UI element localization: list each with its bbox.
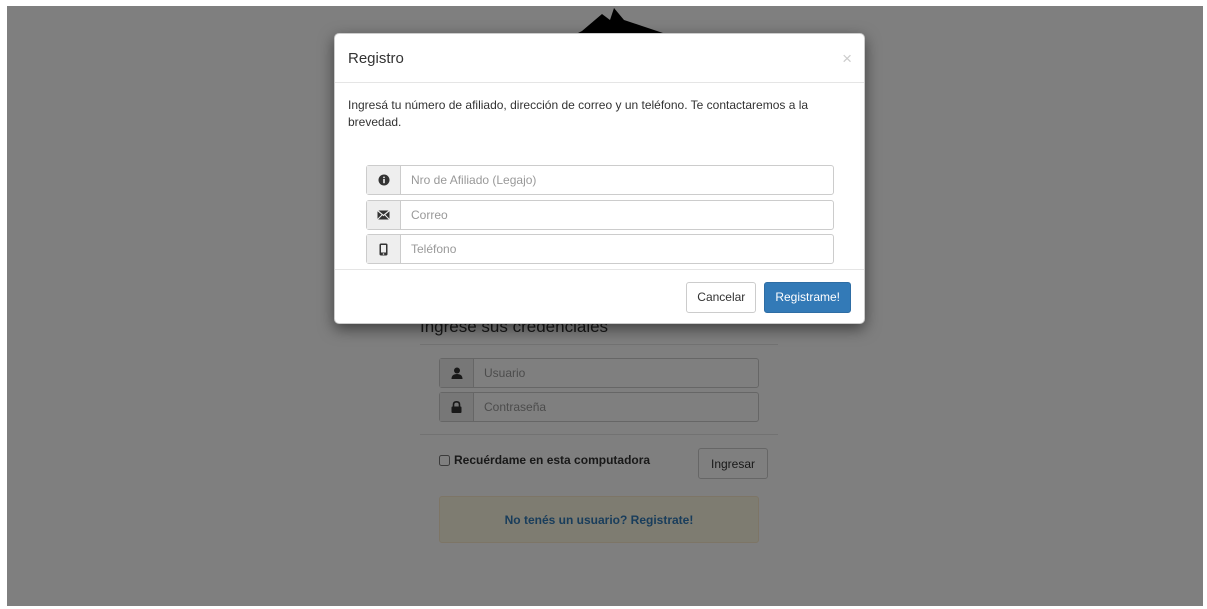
member-number-input[interactable]	[401, 166, 833, 194]
modal-description: Ingresá tu número de afiliado, dirección…	[348, 98, 809, 129]
modal-header: Registro ×	[335, 34, 864, 83]
close-button[interactable]: ×	[842, 50, 852, 67]
phone-group	[366, 234, 834, 264]
page: Ingrese sus credenciales Recuérdame en e…	[7, 6, 1203, 606]
modal-body: Ingresá tu número de afiliado, dirección…	[335, 83, 864, 269]
phone-icon	[367, 235, 401, 263]
modal-footer: Cancelar Registrame!	[335, 269, 864, 324]
info-icon	[367, 166, 401, 194]
phone-input[interactable]	[401, 235, 833, 263]
register-button[interactable]: Registrame!	[764, 281, 851, 313]
email-input[interactable]	[401, 201, 833, 229]
register-modal: Registro × Ingresá tu número de afiliado…	[334, 33, 865, 324]
member-number-group	[366, 165, 834, 195]
email-group	[366, 200, 834, 230]
envelope-icon	[367, 201, 401, 229]
cancel-button[interactable]: Cancelar	[686, 281, 757, 313]
modal-title: Registro	[348, 49, 404, 67]
